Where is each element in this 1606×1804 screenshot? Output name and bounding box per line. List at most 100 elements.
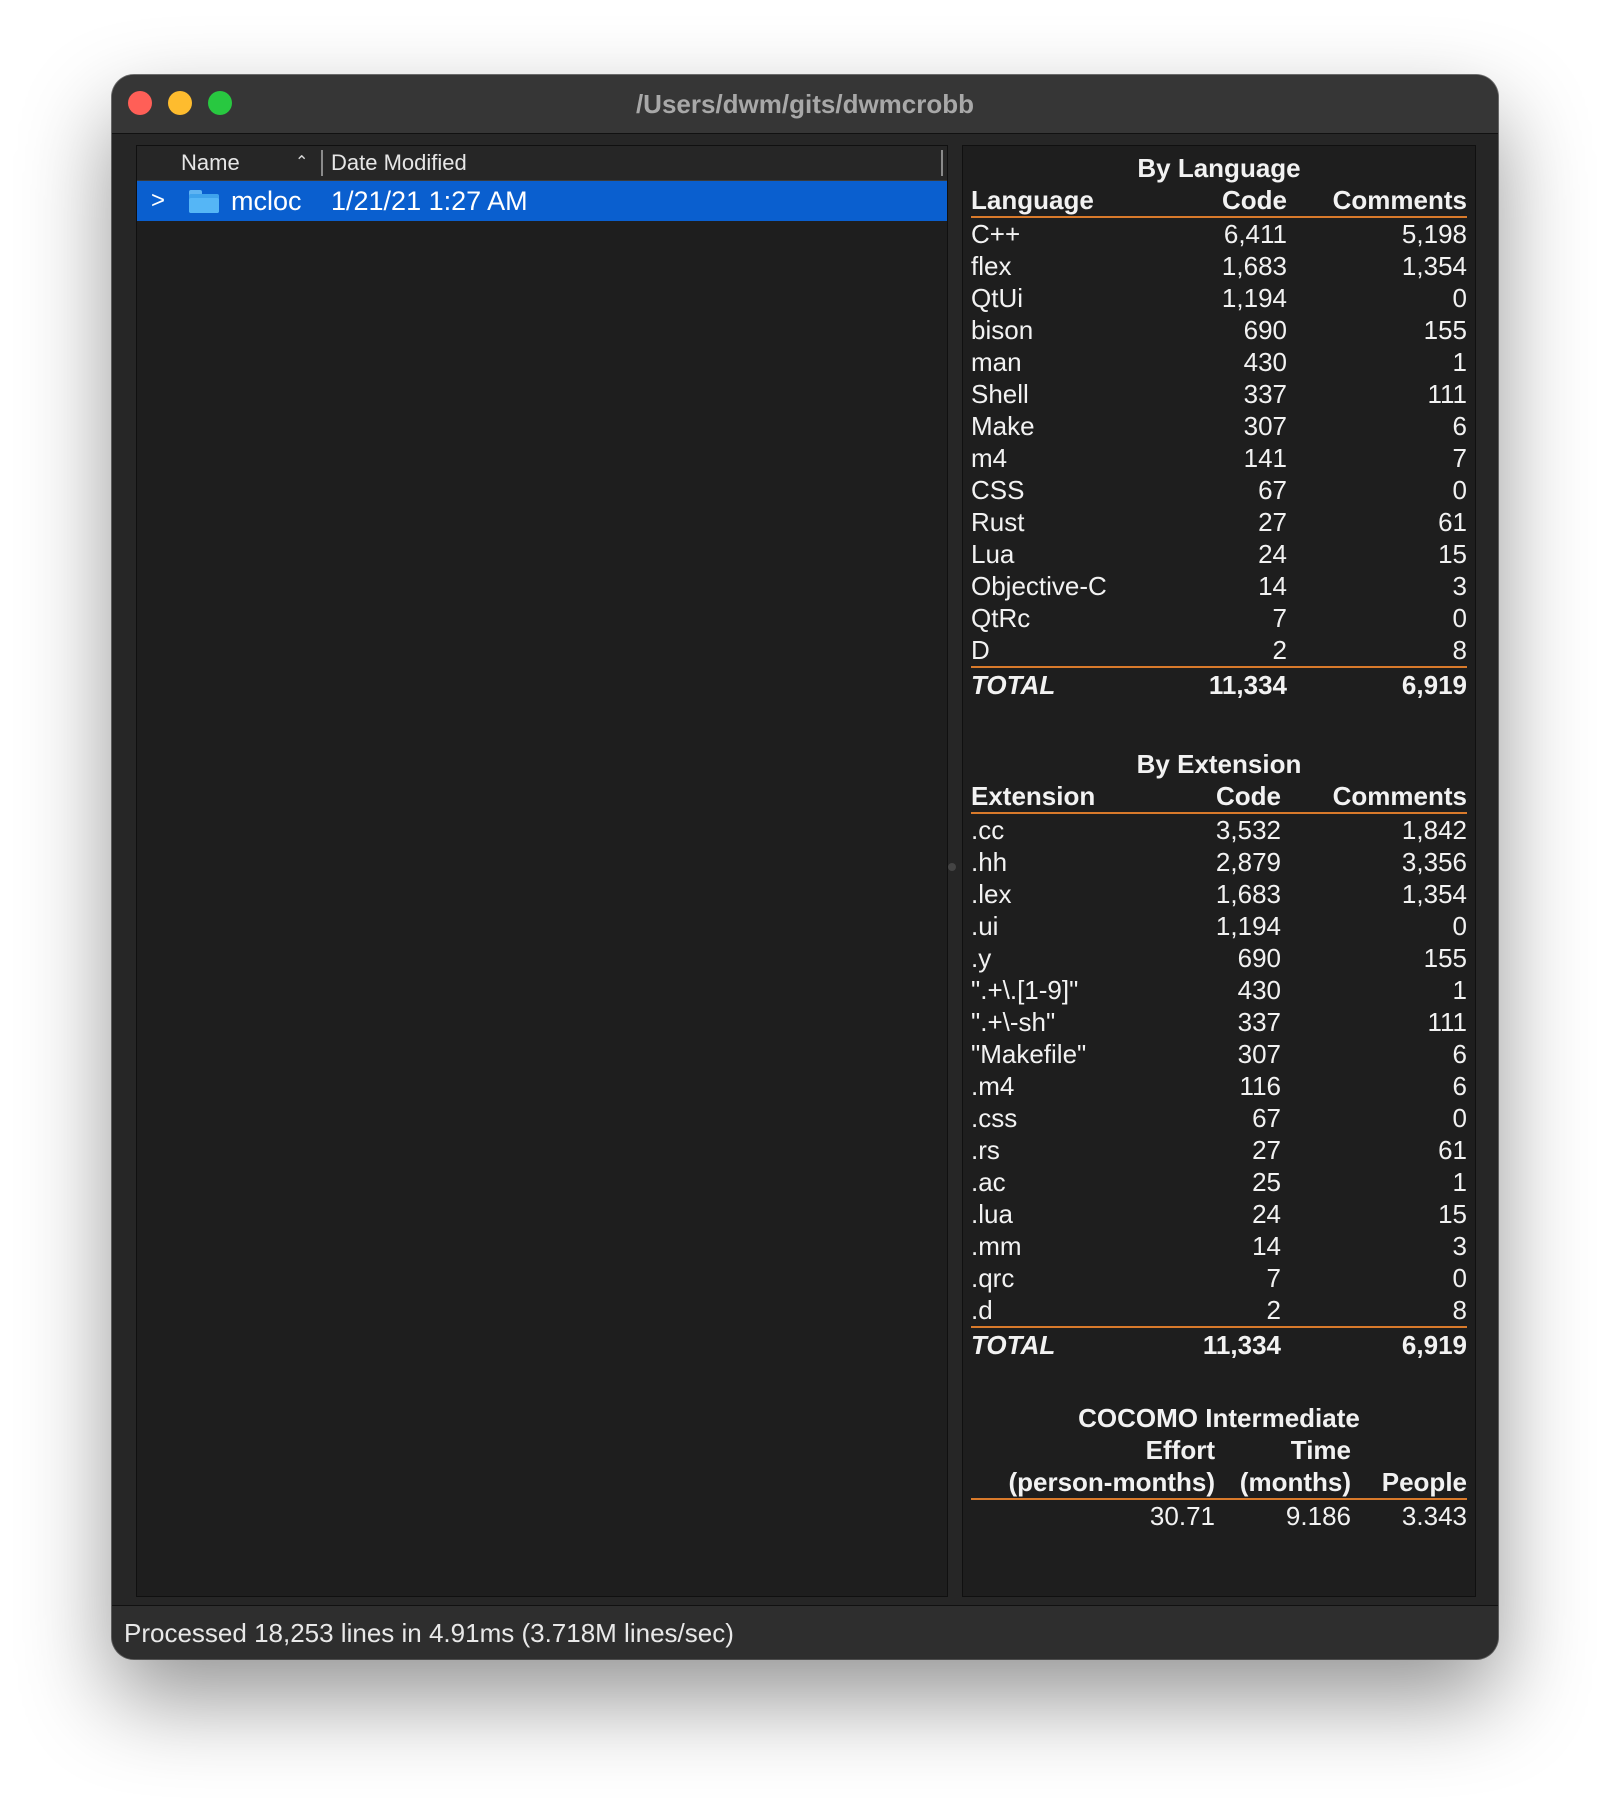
cell-label: "Makefile" bbox=[971, 1039, 1087, 1069]
table-row: man 430 1 bbox=[971, 346, 1467, 378]
cell-code: 337 bbox=[1237, 1007, 1281, 1037]
status-bar: Processed 18,253 lines in 4.91ms (3.718M… bbox=[112, 1605, 1498, 1659]
cell-code: 67 bbox=[1252, 1103, 1281, 1133]
cell-comments: 7 bbox=[1452, 443, 1467, 473]
total-label: TOTAL bbox=[971, 1330, 1056, 1360]
by-extension-title: By Extension bbox=[1136, 749, 1302, 779]
table-row: C++ 6,411 5,198 bbox=[971, 218, 1467, 250]
table-row: bison 690 155 bbox=[971, 314, 1467, 346]
cell-label: .hh bbox=[971, 847, 1008, 877]
cell-code: 690 bbox=[1237, 943, 1281, 973]
cell-code: 7 bbox=[1272, 603, 1287, 633]
window-title: /Users/dwm/gits/dwmcrobb bbox=[635, 89, 975, 119]
cell-code: 25 bbox=[1252, 1167, 1281, 1197]
cell-comments: 6 bbox=[1452, 1071, 1467, 1101]
cell-comments: 1,354 bbox=[1401, 879, 1467, 909]
table-row: .lua 24 15 bbox=[971, 1198, 1467, 1230]
cell-label: CSS bbox=[971, 475, 1025, 505]
table-row: .rs 27 61 bbox=[971, 1134, 1467, 1166]
table-row: Rust 27 61 bbox=[971, 506, 1467, 538]
cell-comments: 61 bbox=[1438, 507, 1467, 537]
by-language-table: Language Code Comments C++ 6,411 5,198 flex… bbox=[971, 184, 1467, 702]
file-browser[interactable]: Name ⌃ Date Modified > mcloc 1/21/21 1:2… bbox=[136, 145, 948, 1597]
cell-comments: 155 bbox=[1423, 315, 1467, 345]
column-divider[interactable] bbox=[321, 150, 323, 176]
cell-label: .m4 bbox=[971, 1071, 1015, 1101]
table-row[interactable]: > mcloc 1/21/21 1:27 AM bbox=[137, 181, 947, 221]
table-row: "Makefile" 307 6 bbox=[971, 1038, 1467, 1070]
cell-code: 3,532 bbox=[1215, 815, 1281, 845]
table-header-row: Language Code Comments bbox=[971, 184, 1467, 218]
cell-code: 27 bbox=[1258, 507, 1287, 537]
title-bar[interactable]: /Users/dwm/gits/dwmcrobb bbox=[112, 75, 1498, 134]
sort-ascending-icon[interactable]: ⌃ bbox=[295, 146, 308, 180]
total-row: TOTAL 11,334 6,919 bbox=[971, 1326, 1467, 1362]
cell-label: .y bbox=[971, 943, 992, 973]
table-row: CSS 67 0 bbox=[971, 474, 1467, 506]
cell-label: m4 bbox=[971, 443, 1008, 473]
cell-code: 430 bbox=[1237, 975, 1281, 1005]
cell-comments: 0 bbox=[1452, 911, 1467, 941]
cell-comments: 3,356 bbox=[1401, 847, 1467, 877]
cell-comments: 1,842 bbox=[1401, 815, 1467, 845]
cell-code: 1,194 bbox=[1215, 911, 1281, 941]
cell-label: .qrc bbox=[971, 1263, 1015, 1293]
table-row: flex 1,683 1,354 bbox=[971, 250, 1467, 282]
table-row: .qrc 7 0 bbox=[971, 1262, 1467, 1294]
table-row: .y 690 155 bbox=[971, 942, 1467, 974]
cell-code: 430 bbox=[1243, 347, 1287, 377]
table-row: .cc 3,532 1,842 bbox=[971, 814, 1467, 846]
header-comments: Comments bbox=[1332, 781, 1467, 811]
cell-label: Rust bbox=[971, 507, 1025, 537]
cell-comments: 1 bbox=[1452, 347, 1467, 377]
total-comments: 6,919 bbox=[1401, 1330, 1467, 1360]
cell-code: 24 bbox=[1252, 1199, 1281, 1229]
cell-code: 14 bbox=[1258, 571, 1287, 601]
cell-code: 24 bbox=[1258, 539, 1287, 569]
folder-icon bbox=[189, 190, 219, 213]
cell-label: Make bbox=[971, 411, 1035, 441]
column-header-name[interactable]: Name bbox=[181, 146, 240, 180]
split-view-handle[interactable] bbox=[948, 863, 956, 871]
cell-code: 141 bbox=[1243, 443, 1287, 473]
cell-label: .lex bbox=[971, 879, 1012, 909]
cell-comments: 3 bbox=[1452, 571, 1467, 601]
cell-comments: 8 bbox=[1452, 1295, 1467, 1325]
table-row: .m4 116 6 bbox=[971, 1070, 1467, 1102]
cell-comments: 0 bbox=[1452, 603, 1467, 633]
chevron-right-icon[interactable]: > bbox=[151, 181, 165, 221]
status-text: Processed 18,253 lines in 4.91ms (3.718M… bbox=[124, 1618, 734, 1648]
cell-label: .rs bbox=[971, 1135, 1000, 1165]
table-row: .css 67 0 bbox=[971, 1102, 1467, 1134]
header-extension: Extension bbox=[971, 781, 1096, 811]
table-row: QtUi 1,194 0 bbox=[971, 282, 1467, 314]
cocomo-header-row: Effort Time bbox=[971, 1434, 1467, 1466]
cell-label: ".+\.[1-9]" bbox=[971, 975, 1079, 1005]
cocomo-units-row: (person-months) (months) People bbox=[971, 1466, 1467, 1500]
cell-code: 6,411 bbox=[1223, 219, 1287, 249]
cell-comments: 1,354 bbox=[1401, 251, 1467, 281]
cell-code: 7 bbox=[1266, 1263, 1281, 1293]
cocomo-effort-label: Effort bbox=[1145, 1435, 1215, 1465]
cell-code: 27 bbox=[1252, 1135, 1281, 1165]
cocomo-time-value: 9.186 bbox=[1285, 1501, 1351, 1531]
cell-comments: 15 bbox=[1438, 539, 1467, 569]
cell-label: D bbox=[971, 635, 990, 665]
cell-comments: 8 bbox=[1452, 635, 1467, 665]
cell-comments: 6 bbox=[1452, 1039, 1467, 1069]
header-language: Language bbox=[971, 185, 1094, 215]
cell-comments: 1 bbox=[1452, 1167, 1467, 1197]
cell-label: .ac bbox=[971, 1167, 1006, 1197]
row-name: mcloc bbox=[231, 186, 302, 216]
cocomo-time-unit: (months) bbox=[1239, 1467, 1351, 1497]
column-header-date-modified[interactable]: Date Modified bbox=[331, 146, 467, 180]
app-window: /Users/dwm/gits/dwmcrobb Name ⌃ Date Mod… bbox=[112, 75, 1498, 1659]
by-language-title: By Language bbox=[1137, 153, 1301, 183]
cell-label: bison bbox=[971, 315, 1034, 345]
cell-comments: 0 bbox=[1452, 283, 1467, 313]
column-divider[interactable] bbox=[941, 150, 943, 176]
table-row: .d 2 8 bbox=[971, 1294, 1467, 1326]
cell-code: 14 bbox=[1252, 1231, 1281, 1261]
cell-comments: 15 bbox=[1438, 1199, 1467, 1229]
table-row: m4 141 7 bbox=[971, 442, 1467, 474]
